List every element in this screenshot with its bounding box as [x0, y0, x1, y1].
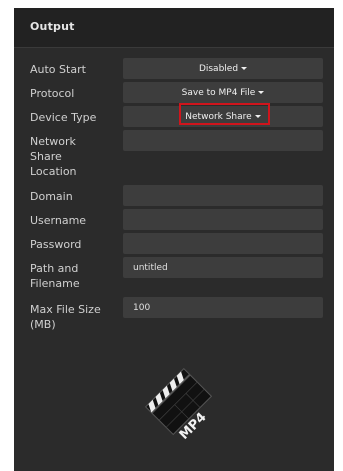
network-share-location-label: Network Share Location: [30, 134, 125, 179]
network-share-location-label-line: Location: [30, 165, 77, 178]
max-file-size-label-line: Max File Size: [30, 303, 101, 316]
device-type-label: Device Type: [30, 111, 97, 124]
domain-label: Domain: [30, 190, 73, 203]
protocol-dropdown[interactable]: Save to MP4 File: [123, 82, 323, 103]
network-share-location-label-line: Network: [30, 135, 76, 148]
path-and-filename-label-line: Path and: [30, 262, 79, 275]
password-input[interactable]: [123, 233, 323, 254]
clapperboard-icon: MP4: [144, 367, 213, 440]
panel-title: Output: [30, 20, 75, 33]
domain-input[interactable]: [123, 185, 323, 206]
auto-start-value: Disabled: [198, 63, 239, 74]
username-label: Username: [30, 214, 87, 227]
protocol-label: Protocol: [30, 87, 75, 100]
max-file-size-label-line: (MB): [30, 318, 56, 331]
password-label: Password: [30, 238, 82, 251]
network-share-location-input[interactable]: [123, 130, 323, 151]
caret-down-icon: [258, 91, 265, 94]
device-type-value: Network Share: [185, 111, 252, 122]
panel-header: Output: [14, 8, 334, 48]
caret-down-icon: [241, 67, 248, 70]
path-and-filename-label-line: Filename: [30, 277, 80, 290]
caret-down-icon: [254, 115, 261, 118]
protocol-value: Save to MP4 File: [181, 87, 256, 98]
username-input[interactable]: [123, 209, 323, 230]
device-type-dropdown[interactable]: Network Share: [123, 106, 323, 127]
auto-start-label: Auto Start: [30, 63, 86, 76]
path-and-filename-input[interactable]: untitled: [123, 257, 323, 278]
max-file-size-input[interactable]: 100: [123, 297, 323, 318]
max-file-size-label: Max File Size (MB): [30, 302, 125, 332]
path-and-filename-label: Path and Filename: [30, 261, 125, 291]
output-panel: Output Auto Start Disabled Protocol Save…: [14, 8, 334, 471]
network-share-location-label-line: Share: [30, 150, 62, 163]
auto-start-dropdown[interactable]: Disabled: [123, 58, 323, 79]
